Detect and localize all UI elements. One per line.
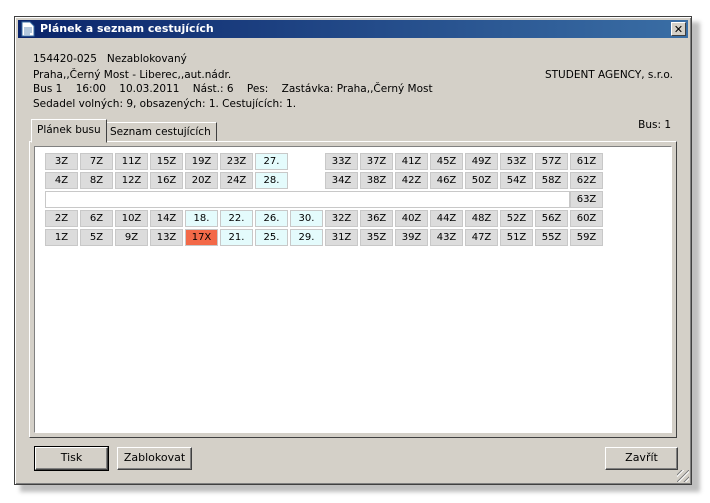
seat-summary-line: Sedadel volných: 9, obsazených: 1. Cestu… — [33, 98, 297, 110]
seat-34z[interactable]: 34Z — [325, 172, 358, 189]
resize-grip[interactable] — [677, 470, 689, 482]
seat-52z[interactable]: 52Z — [500, 210, 533, 227]
seat-59z[interactable]: 59Z — [570, 229, 603, 246]
seat-1z[interactable]: 1Z — [45, 229, 78, 246]
seat-4z[interactable]: 4Z — [45, 172, 78, 189]
seat-18[interactable]: 18. — [185, 210, 218, 227]
title-bar[interactable]: Plánek a seznam cestujících ✕ — [18, 20, 688, 38]
seat-13z[interactable]: 13Z — [150, 229, 183, 246]
seat-19z[interactable]: 19Z — [185, 153, 218, 170]
seat-57z[interactable]: 57Z — [535, 153, 568, 170]
seat-41z[interactable]: 41Z — [395, 153, 428, 170]
seat-50z[interactable]: 50Z — [465, 172, 498, 189]
print-button[interactable]: Tisk — [34, 446, 109, 471]
trip-details-line: Bus 1 16:00 10.03.2011 Nást.: 6 Pes: Zas… — [33, 83, 433, 95]
seat-21[interactable]: 21. — [220, 229, 253, 246]
seat-29[interactable]: 29. — [290, 229, 323, 246]
seat-2z[interactable]: 2Z — [45, 210, 78, 227]
seat-40z[interactable]: 40Z — [395, 210, 428, 227]
seat-32z[interactable]: 32Z — [325, 210, 358, 227]
seat-14z[interactable]: 14Z — [150, 210, 183, 227]
seat-27[interactable]: 27. — [255, 153, 288, 170]
seat-7z[interactable]: 7Z — [80, 153, 113, 170]
seat-58z[interactable]: 58Z — [535, 172, 568, 189]
seat-5z[interactable]: 5Z — [80, 229, 113, 246]
seat-47z[interactable]: 47Z — [465, 229, 498, 246]
seat-43z[interactable]: 43Z — [430, 229, 463, 246]
seat-31z[interactable]: 31Z — [325, 229, 358, 246]
seat-16z[interactable]: 16Z — [150, 172, 183, 189]
tab-passenger-list[interactable]: Seznam cestujících — [104, 122, 217, 142]
seat-42z[interactable]: 42Z — [395, 172, 428, 189]
seat-33z[interactable]: 33Z — [325, 153, 358, 170]
seat-11z[interactable]: 11Z — [115, 153, 148, 170]
block-button[interactable]: Zablokovat — [117, 447, 192, 470]
seat-38z[interactable]: 38Z — [360, 172, 393, 189]
seat-17x[interactable]: 17X — [185, 229, 218, 246]
aisle-row — [45, 191, 570, 208]
seat-55z[interactable]: 55Z — [535, 229, 568, 246]
close-button[interactable]: Zavřít — [605, 447, 678, 470]
seat-37z[interactable]: 37Z — [360, 153, 393, 170]
seat-24z[interactable]: 24Z — [220, 172, 253, 189]
seat-8z[interactable]: 8Z — [80, 172, 113, 189]
seat-44z[interactable]: 44Z — [430, 210, 463, 227]
seat-48z[interactable]: 48Z — [465, 210, 498, 227]
seat-39z[interactable]: 39Z — [395, 229, 428, 246]
seat-61z[interactable]: 61Z — [570, 153, 603, 170]
document-icon — [21, 21, 35, 37]
seat-49z[interactable]: 49Z — [465, 153, 498, 170]
seat-51z[interactable]: 51Z — [500, 229, 533, 246]
seat-28[interactable]: 28. — [255, 172, 288, 189]
company-name: STUDENT AGENCY, s.r.o. — [544, 69, 673, 81]
seat-20z[interactable]: 20Z — [185, 172, 218, 189]
bus-number: Bus: 1 — [638, 119, 671, 131]
tab-panel: 3Z 7Z 11Z 15Z 19Z 23Z 27. 33Z 37Z 41Z 45Z 49Z 53Z 57Z… — [29, 141, 677, 438]
seat-62z[interactable]: 62Z — [570, 172, 603, 189]
seat-60z[interactable]: 60Z — [570, 210, 603, 227]
dialog-window: Plánek a seznam cestujících ✕ 154420-025… — [14, 16, 692, 485]
seat-35z[interactable]: 35Z — [360, 229, 393, 246]
seat-30[interactable]: 30. — [290, 210, 323, 227]
window-title: Plánek a seznam cestujících — [40, 22, 214, 35]
seat-map: 3Z 7Z 11Z 15Z 19Z 23Z 27. 33Z 37Z 41Z 45Z 49Z 53Z 57Z… — [34, 146, 672, 433]
seat-63z[interactable]: 63Z — [570, 191, 603, 208]
seat-53z[interactable]: 53Z — [500, 153, 533, 170]
seat-26[interactable]: 26. — [255, 210, 288, 227]
seat-36z[interactable]: 36Z — [360, 210, 393, 227]
seat-12z[interactable]: 12Z — [115, 172, 148, 189]
seat-23z[interactable]: 23Z — [220, 153, 253, 170]
close-window-button[interactable]: ✕ — [671, 22, 686, 36]
route-line: Praha,,Černý Most - Liberec,,aut.nádr. — [33, 69, 232, 81]
tab-bus-plan[interactable]: Plánek busu — [31, 119, 107, 143]
seat-15z[interactable]: 15Z — [150, 153, 183, 170]
seat-56z[interactable]: 56Z — [535, 210, 568, 227]
seat-6z[interactable]: 6Z — [80, 210, 113, 227]
seat-54z[interactable]: 54Z — [500, 172, 533, 189]
ticket-id-line: 154420-025 Nezablokovaný — [33, 53, 187, 65]
seat-46z[interactable]: 46Z — [430, 172, 463, 189]
seat-45z[interactable]: 45Z — [430, 153, 463, 170]
seat-22[interactable]: 22. — [220, 210, 253, 227]
seat-9z[interactable]: 9Z — [115, 229, 148, 246]
seat-10z[interactable]: 10Z — [115, 210, 148, 227]
seat-25[interactable]: 25. — [255, 229, 288, 246]
seat-3z[interactable]: 3Z — [45, 153, 78, 170]
